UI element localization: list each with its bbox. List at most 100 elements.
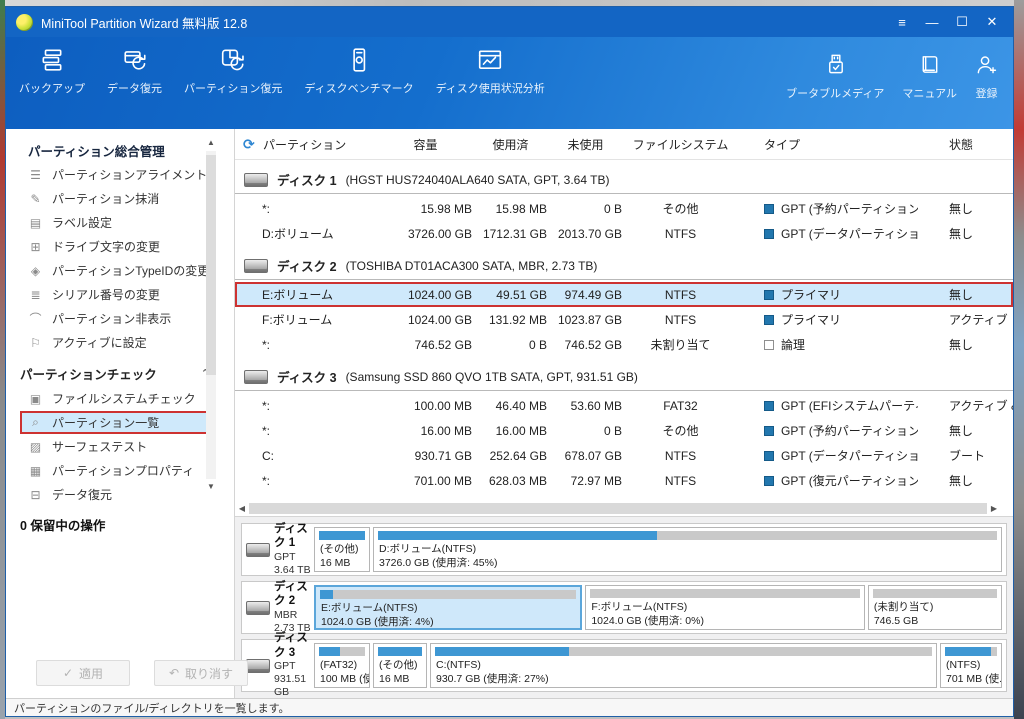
toolbar-item-disk-usage[interactable]: ディスク使用状況分析 (425, 47, 556, 96)
scroll-down-icon[interactable]: ▼ (205, 481, 217, 493)
table-row[interactable]: *: 746.52 GB 0 B 746.52 GB 未割り当て 論理 無し (235, 332, 1013, 357)
toolbar-item-data-recovery[interactable]: データ復元 (96, 47, 173, 96)
toolbar-item-manual[interactable]: マニュアル (893, 53, 966, 101)
column-header-3[interactable]: 未使用 (553, 136, 628, 153)
sidebar-item-serial-number[interactable]: ≣ シリアル番号の変更 (20, 283, 210, 306)
type-cell: 論理 (733, 336, 918, 353)
toolbar-item-bootable-media[interactable]: ブータブルメディア (777, 53, 893, 101)
partition-type-icon (764, 475, 774, 486)
undo-arrow-icon: ↶ (168, 666, 180, 680)
maximize-button[interactable]: ☐ (949, 11, 975, 33)
undo-button[interactable]: ↶ 取り消す (154, 660, 248, 686)
partition-block-size: 16 MB (379, 673, 410, 686)
close-button[interactable]: ✕ (979, 11, 1005, 33)
partition-block[interactable]: (その他) 16 MB (373, 643, 427, 688)
sidebar-item-surface-test[interactable]: ▨ サーフェステスト (20, 435, 210, 458)
sidebar-item-label: サーフェステスト (52, 440, 148, 454)
sidebar-item-label: アクティブに設定 (52, 336, 147, 350)
toolbar-item-label: 登録 (975, 88, 998, 100)
column-header-0[interactable]: パーティション (235, 136, 383, 153)
type-value: GPT (EFIシステムパーティション) (781, 399, 918, 413)
toolbar-item-disk-benchmark[interactable]: ディスクベンチマーク (293, 47, 424, 96)
partition-name: D:ボリューム (262, 227, 334, 241)
sidebar-item-partition-align[interactable]: ☰ パーティションアライメント (20, 163, 210, 186)
usage-bar-fill (320, 590, 333, 599)
apply-button[interactable]: ✓ 適用 (36, 660, 130, 686)
filesystem-value: NTFS (664, 226, 697, 241)
scroll-left-icon[interactable]: ◀ (237, 503, 247, 514)
table-row[interactable]: E:ボリューム 1024.00 GB 49.51 GB 974.49 GB NTFS プラ… (235, 282, 1013, 307)
sidebar-item-hide-partition[interactable]: ⌒ パーティション非表示 (20, 307, 210, 330)
table-row[interactable]: *: 701.00 MB 628.03 MB 72.97 MB NTFS GPT (復元パ… (235, 468, 1013, 493)
sidebar-item-drive-letter[interactable]: ⊞ ドライブ文字の変更 (20, 235, 210, 258)
table-row[interactable]: D:ボリューム 3726.00 GB 1712.31 GB 2013.70 GB NTF… (235, 221, 1013, 246)
column-header-1[interactable]: 容量 (383, 136, 478, 153)
column-header-4[interactable]: ファイルシステム (628, 136, 733, 153)
type-cell: GPT (EFIシステムパーティション) (733, 397, 918, 414)
toolbar-item-backup[interactable]: バックアップ (8, 47, 96, 96)
refresh-icon[interactable]: ⟳ (243, 136, 255, 153)
used-value: 252.64 GB (489, 448, 547, 463)
sidebar-item-label: パーティションプロパティ (52, 464, 195, 478)
partition-block[interactable]: E:ボリューム(NTFS) 1024.0 GB (使用済: 4%) (314, 585, 583, 630)
partition-block[interactable]: (NTFS) 701 MB (使.. (940, 643, 1002, 688)
partition-block[interactable]: F:ボリューム(NTFS) 1024.0 GB (使用済: 0%) (585, 585, 865, 630)
minimize-button[interactable]: — (919, 11, 945, 33)
status-value: 無し (949, 338, 974, 352)
scroll-right-icon[interactable]: ▶ (989, 503, 999, 514)
table-row[interactable]: *: 16.00 MB 16.00 MB 0 B その他 GPT (予約パーティション) 無… (235, 418, 1013, 443)
partition-block[interactable]: (未割り当て) 746.5 GB (867, 585, 1002, 630)
filesystem-value: NTFS (664, 473, 697, 488)
column-header-6[interactable]: 状態 (918, 136, 1013, 153)
sidebar-scrollbar-thumb[interactable] (206, 155, 216, 375)
type-cell: GPT (予約パーティション) (733, 200, 918, 217)
sidebar-item-partition-properties[interactable]: ▦ パーティションプロパティ (20, 459, 210, 482)
partition-block-size: 1024.0 GB (使用済: 4%) (321, 615, 434, 628)
usage-bar (378, 647, 422, 656)
partition-block-size: 16 MB (320, 557, 351, 570)
filesystem-value: NTFS (664, 312, 697, 327)
sidebar-item-data-recovery-side[interactable]: ⊟ データ復元 (20, 483, 210, 506)
tab-partition-management[interactable]: パーティション総合管理 (15, 135, 201, 165)
partition-block[interactable]: C:(NTFS) 930.7 GB (使用済: 27%) (430, 643, 937, 688)
sidebar-item-set-active[interactable]: ⚐ アクティブに設定 (20, 331, 210, 354)
table-row[interactable]: C: 930.71 GB 252.64 GB 678.07 GB NTFS GPT (デー… (235, 443, 1013, 468)
column-header-5[interactable]: タイプ (733, 136, 918, 153)
partition-block[interactable]: D:ボリューム(NTFS) 3726.0 GB (使用済: 45%) (373, 527, 1002, 572)
status-value: 無し (949, 288, 974, 302)
table-row[interactable]: *: 15.98 MB 15.98 MB 0 B その他 GPT (予約パーティション) 無… (235, 196, 1013, 221)
disk-map-row: ディスク 2 MBR 2.73 TB E:ボリューム(NTFS) 1024.0 GB (… (241, 581, 1007, 634)
column-header-2[interactable]: 使用済 (478, 136, 553, 153)
partition-block[interactable]: (FAT32) 100 MB (使.. (314, 643, 370, 688)
divider (235, 390, 1013, 391)
sidebar-item-label: パーティション抹消 (52, 192, 160, 206)
sidebar-item-partition-list[interactable]: ⌕ パーティション一覧 (20, 411, 210, 434)
menu-button[interactable]: ≡ (889, 11, 915, 33)
toolbar-item-label: データ復元 (107, 83, 162, 95)
sidebar-item-filesystem-check[interactable]: ▣ ファイルシステムチェック (20, 387, 210, 410)
status-value: 無し (949, 227, 974, 241)
sidebar-item-partition-wipe[interactable]: ✎ パーティション抹消 (20, 187, 210, 210)
sidebar-scrollbar[interactable]: ▲ ▼ (205, 137, 217, 493)
maximize-icon: ☐ (956, 14, 968, 29)
partition-block-name: (NTFS) (946, 659, 981, 671)
filesystem-value: その他 (662, 202, 699, 216)
toolbar-item-partition-recovery[interactable]: パーティション復元 (173, 47, 293, 96)
horizontal-scrollbar[interactable]: ◀ ▶ (237, 501, 1011, 516)
scroll-up-icon[interactable]: ▲ (205, 137, 217, 149)
toolbar-item-register[interactable]: 登録 (966, 53, 1007, 101)
type-value: 論理 (781, 338, 806, 352)
usage-bar (378, 531, 997, 540)
sidebar-item-label[interactable]: ▤ ラベル設定 (20, 211, 210, 234)
sidebar-item-label: パーティションアライメント (52, 168, 208, 182)
partition-list-icon: ⌕ (32, 415, 39, 429)
disk-icon (244, 172, 268, 187)
partition-block[interactable]: (その他) 16 MB (314, 527, 370, 572)
disk-map-size: 931.51 GB (274, 673, 307, 699)
table-row[interactable]: *: 100.00 MB 46.40 MB 53.60 MB FAT32 GPT (EFI… (235, 393, 1013, 418)
sidebar-section-partition-check[interactable]: パーティションチェック⌃ (20, 360, 210, 386)
sidebar-item-type-id[interactable]: ◈ パーティションTypeIDの変更 (20, 259, 210, 282)
horizontal-scrollbar-thumb[interactable] (249, 503, 987, 514)
used-value: 49.51 GB (496, 287, 547, 302)
table-row[interactable]: F:ボリューム 1024.00 GB 131.92 MB 1023.87 GB NTFS… (235, 307, 1013, 332)
